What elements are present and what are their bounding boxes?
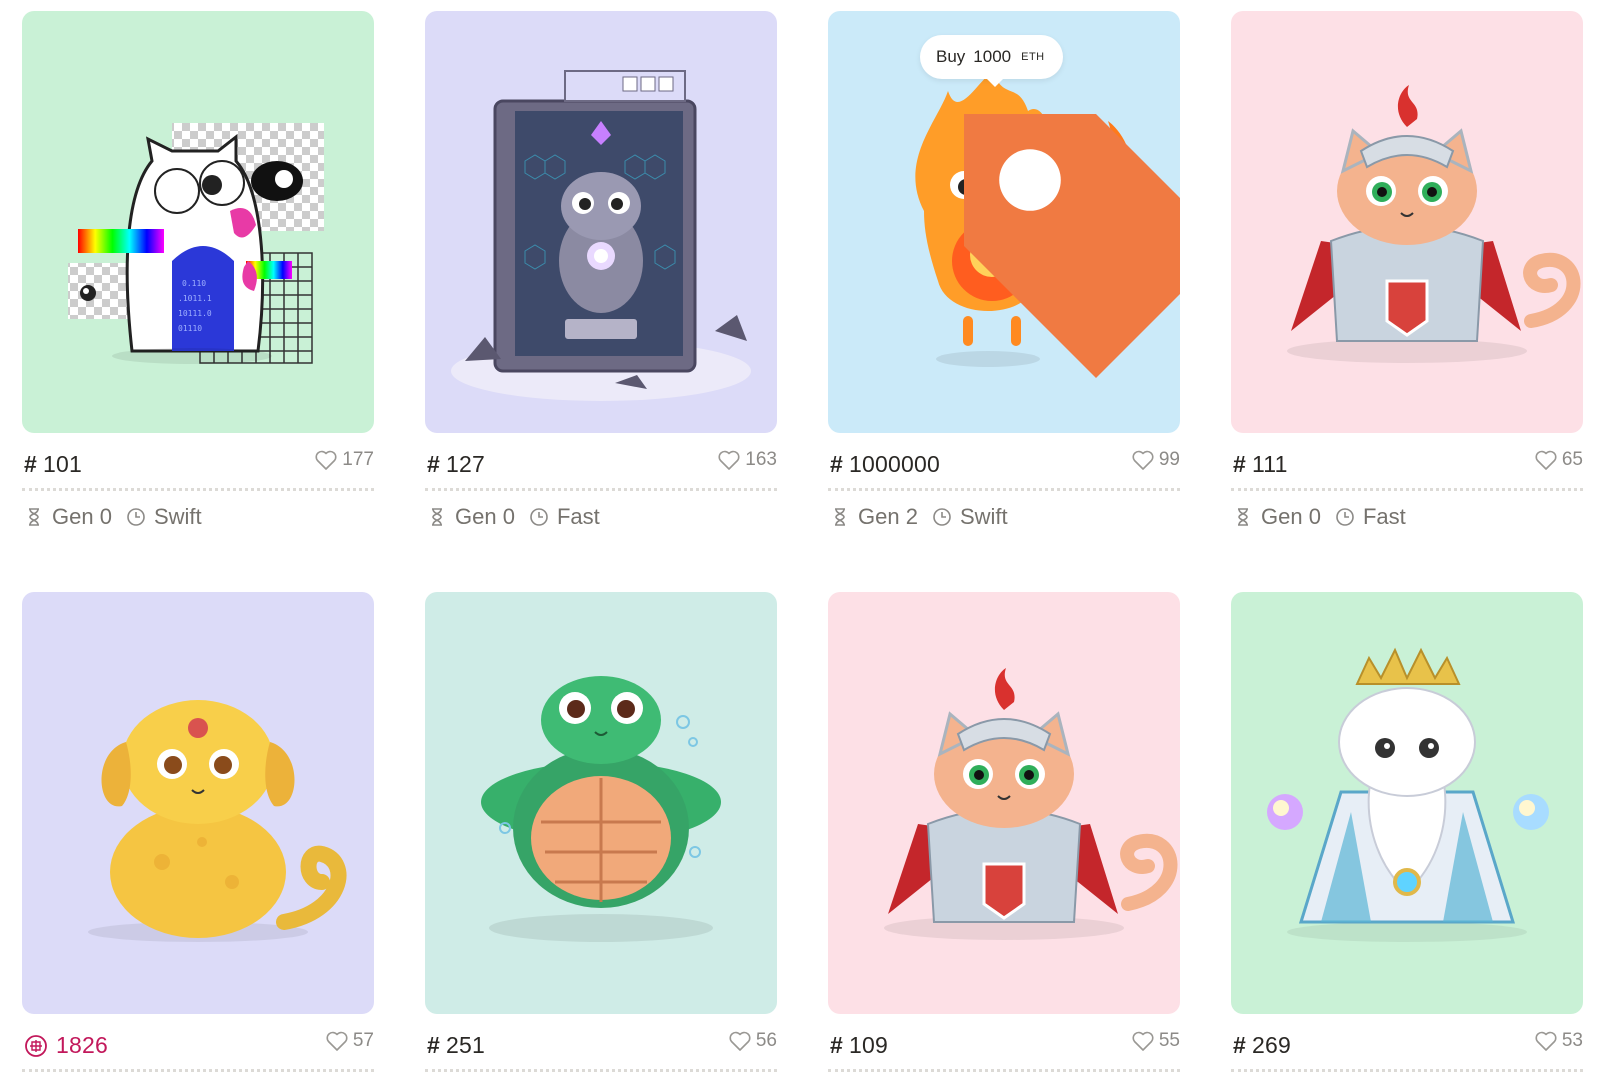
heart-icon [326,1031,348,1051]
dotted-divider [425,488,777,491]
kitty-art-golden[interactable] [22,592,374,1014]
heart-icon [1535,1031,1557,1051]
kitty-art-turtle[interactable] [425,592,777,1014]
kitty-art-portal[interactable] [425,11,777,433]
kitty-art-fire[interactable]: Buy 1000 ETH [828,11,1180,433]
clock-icon [933,508,951,526]
kitty-meta: Gen 0 Fast [1231,491,1583,543]
clock-icon [530,508,548,526]
generation-label: Gen 0 [455,504,515,529]
kitty-id[interactable]: #1000000 [830,451,940,478]
golden-cat-image [88,700,347,942]
turtle-cat-image [481,676,721,942]
dotted-divider [425,1069,777,1072]
kitty-gallery-grid: 0.110 .1011.1 10111.0 01110 #101 177 Gen… [0,0,1600,1073]
kitty-card[interactable]: #109 55 [828,592,1180,1072]
svg-text:01110: 01110 [178,324,202,333]
heart-icon [718,450,740,470]
glitch-cat-image: 0.110 .1011.1 10111.0 01110 [68,123,324,364]
kitty-card[interactable]: 1826 57 [22,592,374,1072]
special-edition-icon [25,1034,47,1057]
portal-cat-image [451,70,751,401]
dotted-divider [22,1069,374,1072]
kitty-card[interactable]: #251 56 [425,592,777,1072]
like-count: 65 [1561,449,1583,470]
svg-text:0.110: 0.110 [182,279,206,288]
clock-icon [1336,508,1354,526]
kitty-id[interactable]: #101 [24,451,82,478]
like-count: 163 [745,449,777,470]
heart-icon [729,1031,751,1051]
clock-icon [127,508,145,526]
hourglass-icon [29,508,39,526]
like-count: 55 [1158,1030,1180,1051]
kitty-meta: Gen 2 Swift [828,491,1180,543]
cooldown-label: Fast [1362,504,1406,529]
cooldown-label: Fast [556,504,600,529]
dotted-divider [22,488,374,491]
buy-price-badge[interactable]: Buy 1000 ETH [920,35,1180,378]
heart-icon [315,450,337,470]
heart-icon [1535,450,1557,470]
kitty-id[interactable]: #109 [830,1032,888,1059]
knight-cat-image [884,668,1178,940]
dotted-divider [828,488,1180,491]
like-count: 177 [342,449,374,470]
kitty-id[interactable]: #111 [1233,451,1288,478]
like-button[interactable]: 99 [1131,449,1180,471]
like-count: 57 [352,1030,374,1051]
dotted-divider [1231,1069,1583,1072]
like-count: 99 [1158,449,1180,470]
like-button[interactable]: 163 [717,449,777,471]
kitty-meta: Gen 0 Fast [425,491,777,543]
kitty-art-knight[interactable] [1231,11,1583,433]
dotted-divider [828,1069,1180,1072]
like-button[interactable]: 55 [1131,1030,1180,1052]
generation-label: Gen 0 [52,504,112,529]
hourglass-icon [1238,508,1248,526]
kitty-card[interactable]: 0.110 .1011.1 10111.0 01110 #101 177 Gen… [22,11,374,543]
knight-cat-image [1287,85,1581,363]
like-count: 53 [1561,1030,1583,1051]
badge-pointer [986,78,1004,87]
kitty-id[interactable]: #269 [1233,1032,1291,1059]
dotted-divider [1231,488,1583,491]
hourglass-icon [835,508,845,526]
kitty-id[interactable]: #251 [427,1032,485,1059]
price-tag-icon [964,114,1180,378]
kitty-id[interactable]: #127 [427,451,485,478]
svg-text:10111.0: 10111.0 [178,309,212,318]
like-button[interactable]: 65 [1534,449,1583,471]
kitty-card[interactable]: Buy 1000 ETH #1000000 99 Gen 2 Swift [828,11,1180,543]
kitty-card[interactable]: #111 65 Gen 0 Fast [1231,11,1583,543]
like-button[interactable]: 56 [728,1030,777,1052]
like-button[interactable]: 177 [314,449,374,471]
kitty-art-knight[interactable] [828,592,1180,1014]
generation-label: Gen 0 [1261,504,1321,529]
like-count: 56 [755,1030,777,1051]
kitty-card[interactable]: #127 163 Gen 0 Fast [425,11,777,543]
generation-label: Gen 2 [858,504,918,529]
hourglass-icon [432,508,442,526]
heart-icon [1132,450,1154,470]
cooldown-label: Swift [153,504,202,529]
like-button[interactable]: 53 [1534,1030,1583,1052]
cooldown-label: Swift [959,504,1008,529]
kitty-art-glitch[interactable]: 0.110 .1011.1 10111.0 01110 [22,11,374,433]
svg-text:.1011.1: .1011.1 [178,294,212,303]
wizard-cat-image [1267,647,1549,942]
heart-icon [1132,1031,1154,1051]
kitty-card[interactable]: #269 53 [1231,592,1583,1072]
like-button[interactable]: 57 [325,1030,374,1052]
kitty-meta: Gen 0 Swift [22,491,374,543]
kitty-id-special[interactable]: 1826 [24,1032,108,1059]
kitty-art-wizard[interactable] [1231,592,1583,1014]
